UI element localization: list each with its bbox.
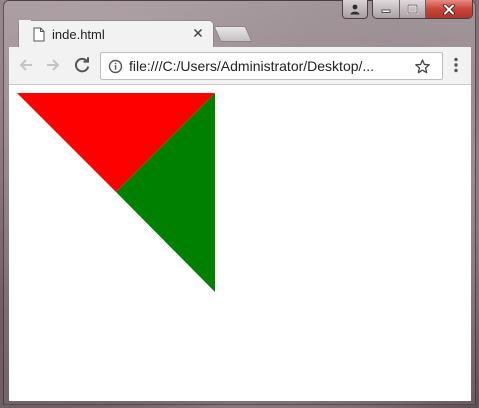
- close-button[interactable]: [426, 0, 472, 18]
- minimize-button[interactable]: [373, 0, 400, 18]
- menu-button[interactable]: [446, 53, 466, 77]
- close-icon: [193, 28, 203, 38]
- window-controls: [372, 0, 473, 19]
- minimize-icon: [381, 9, 391, 13]
- tab-title: inde.html: [52, 27, 105, 42]
- back-arrow-icon: [19, 59, 32, 71]
- forward-arrow-icon: [47, 59, 60, 71]
- tab-close-button[interactable]: [190, 25, 206, 41]
- address-bar[interactable]: file:///C:/Users/Administrator/Desktop/.…: [100, 52, 443, 80]
- page-viewport: [9, 85, 471, 401]
- new-tab-button[interactable]: [213, 26, 253, 42]
- toolbar: file:///C:/Users/Administrator/Desktop/.…: [9, 47, 471, 85]
- star-icon[interactable]: [414, 58, 431, 80]
- info-icon[interactable]: [108, 59, 123, 79]
- user-icon: [350, 4, 360, 15]
- reload-button[interactable]: [70, 53, 94, 77]
- page-canvas: [17, 93, 215, 292]
- user-button[interactable]: [342, 0, 368, 19]
- maximize-button[interactable]: [400, 0, 426, 18]
- tab-active[interactable]: inde.html: [18, 20, 214, 48]
- more-vertical-icon: [454, 57, 458, 73]
- url-text[interactable]: file:///C:/Users/Administrator/Desktop/.…: [129, 58, 409, 74]
- forward-button[interactable]: [41, 53, 65, 77]
- page-icon: [33, 27, 45, 47]
- reload-icon: [74, 57, 90, 73]
- maximize-icon: [407, 4, 418, 14]
- close-icon: [443, 3, 455, 15]
- back-button[interactable]: [14, 53, 38, 77]
